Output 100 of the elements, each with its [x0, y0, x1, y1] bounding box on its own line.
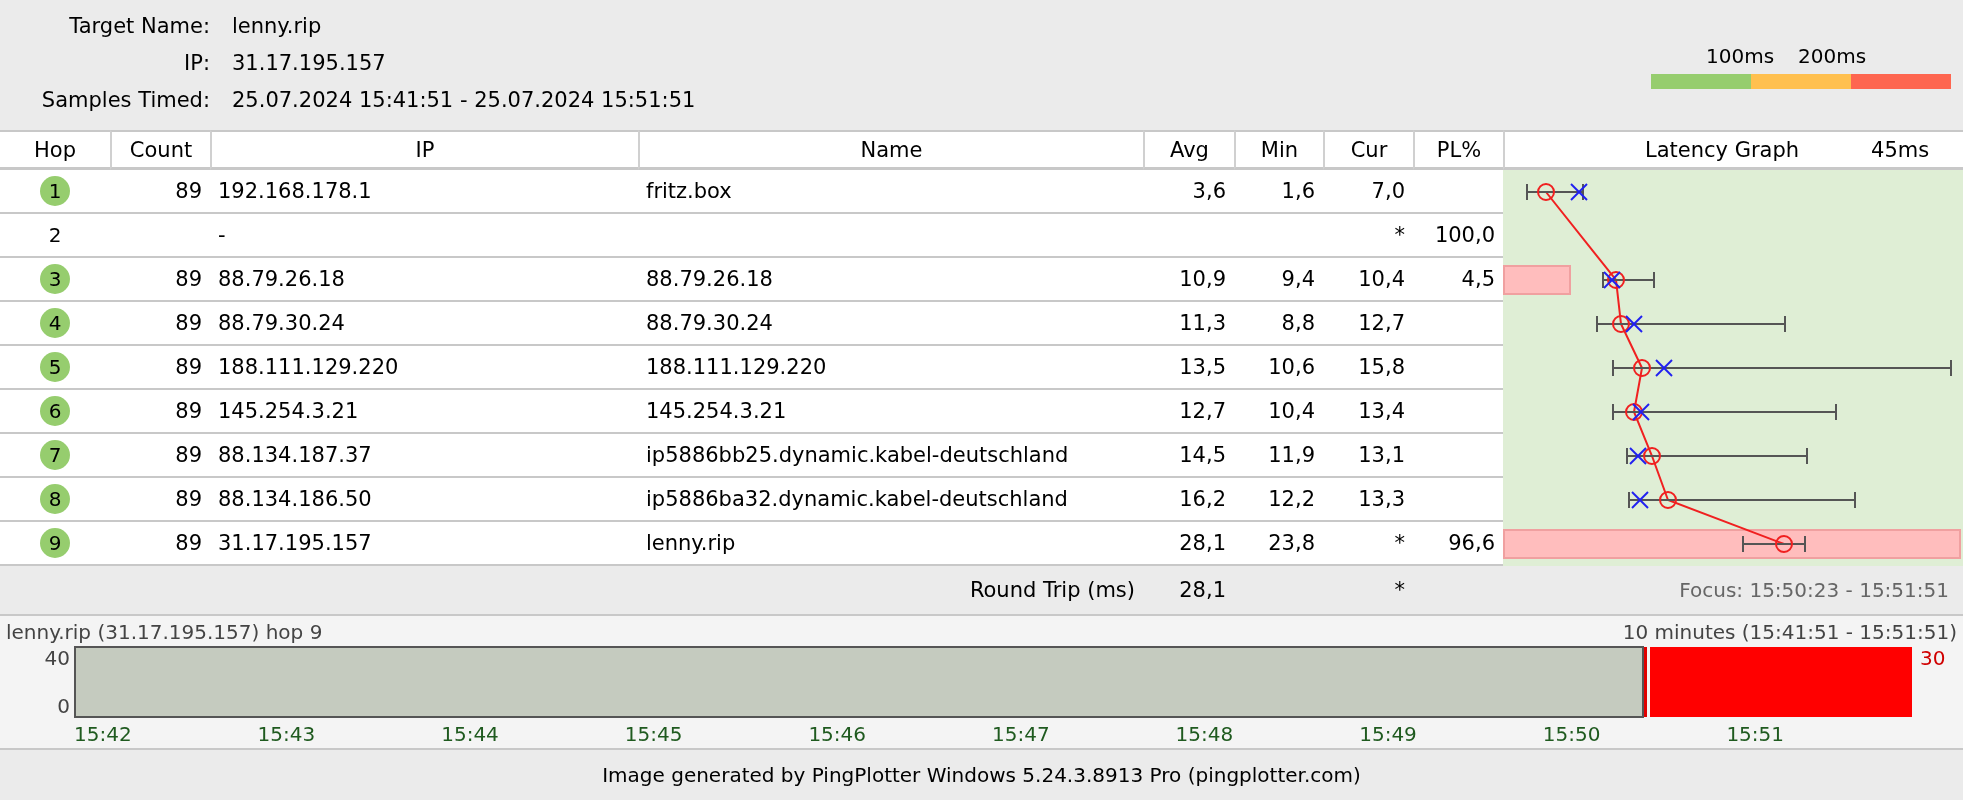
table-cell: 7,0 — [1323, 170, 1413, 214]
table-cell: 11,3 — [1143, 302, 1234, 346]
average-marker — [1775, 535, 1793, 553]
scale-label: 200ms — [1798, 44, 1867, 70]
table-cell: 28,1 — [1143, 522, 1234, 566]
time-label: 15:44 — [441, 722, 499, 746]
graph-scale-label: 45ms — [1871, 137, 1930, 162]
time-label: 15:46 — [808, 722, 867, 746]
time-label: 15:43 — [257, 722, 316, 746]
time-label: 15:42 — [74, 722, 132, 746]
current-marker — [1603, 271, 1621, 289]
scale-label: 100ms — [1706, 44, 1775, 70]
table-cell: 89 — [110, 522, 210, 566]
table-cell: ip5886bb25.dynamic.kabel-deutschland — [638, 434, 1143, 478]
hop-badge: 4 — [40, 308, 70, 338]
current-marker — [1629, 447, 1647, 465]
table-cell: 145.254.3.21 — [638, 390, 1143, 434]
current-marker — [1631, 491, 1649, 509]
field-value: 25.07.2024 15:41:51 - 25.07.2024 15:51:51 — [232, 88, 696, 112]
table-cell: 188.111.129.220 — [210, 346, 638, 390]
hop-badge: 7 — [40, 440, 70, 470]
table-cell: - — [210, 214, 638, 258]
table-cell: 88.79.30.24 — [638, 302, 1143, 346]
table-cell: 192.168.178.1 — [210, 170, 638, 214]
table-cell: 89 — [110, 478, 210, 522]
column-header: Avg — [1143, 130, 1234, 170]
packet-loss-bar — [1503, 265, 1571, 295]
current-value: 30 — [1919, 646, 1946, 672]
focus-range: Focus: 15:50:23 - 15:51:51 — [1679, 578, 1949, 602]
table-cell: 145.254.3.21 — [210, 390, 638, 434]
current-marker — [1632, 403, 1650, 421]
table-cell: 13,5 — [1143, 346, 1234, 390]
field-label: Samples Timed: — [40, 88, 210, 112]
table-cell: 3,6 — [1143, 170, 1234, 214]
table-cell: 89 — [110, 302, 210, 346]
table-cell: 88.134.186.50 — [210, 478, 638, 522]
range-bar — [1602, 271, 1655, 289]
table-cell: fritz.box — [638, 170, 1143, 214]
round-trip-cur: * — [1394, 578, 1405, 602]
table-cell: 12,7 — [1323, 302, 1413, 346]
average-marker — [1659, 491, 1677, 509]
timeline-range: 10 minutes (15:41:51 - 15:51:51) — [1622, 620, 1957, 646]
average-marker — [1612, 315, 1630, 333]
table-cell: 9,4 — [1234, 258, 1323, 302]
average-marker — [1625, 403, 1643, 421]
column-header: Hop — [0, 130, 110, 170]
timeline-title: lenny.rip (31.17.195.157) hop 9 — [6, 620, 323, 646]
field-label: IP: — [183, 51, 210, 75]
table-cell: 10,6 — [1234, 346, 1323, 390]
table-cell: 14,5 — [1143, 434, 1234, 478]
table-cell: 10,4 — [1234, 390, 1323, 434]
hop-badge: 6 — [40, 396, 70, 426]
table-cell: 88.79.26.18 — [210, 258, 638, 302]
current-marker — [1655, 359, 1673, 377]
table-cell: 1,6 — [1234, 170, 1323, 214]
hop-badge: 3 — [40, 264, 70, 294]
table-cell: 88.134.187.37 — [210, 434, 638, 478]
round-trip-avg: 28,1 — [1179, 578, 1226, 602]
time-label: 15:48 — [1175, 722, 1234, 746]
y-axis-label: 0 — [57, 694, 70, 718]
column-header: PL% — [1413, 130, 1503, 170]
table-cell: 15,8 — [1323, 346, 1413, 390]
column-header: Count — [110, 130, 210, 170]
field-value: lenny.rip — [232, 14, 323, 38]
table-cell: ip5886ba32.dynamic.kabel-deutschland — [638, 478, 1143, 522]
table-cell: 13,1 — [1323, 434, 1413, 478]
table-cell: 100,0 — [1413, 214, 1503, 258]
hop-badge: 1 — [40, 176, 70, 206]
table-cell: 88.79.26.18 — [638, 258, 1143, 302]
table-cell: 16,2 — [1143, 478, 1234, 522]
hop-badge: 5 — [40, 352, 70, 382]
average-marker — [1537, 183, 1555, 201]
table-cell: 12,2 — [1234, 478, 1323, 522]
footer-note: Image generated by PingPlotter Windows 5.24.3.8913 Pro (pingplotter.com) — [602, 763, 1361, 787]
table-cell: 96,6 — [1413, 522, 1503, 566]
table-cell: 89 — [110, 258, 210, 302]
time-label: 15:51 — [1726, 722, 1785, 746]
average-marker — [1633, 359, 1651, 377]
hop-badge: 9 — [40, 528, 70, 558]
table-cell: 10,4 — [1323, 258, 1413, 302]
time-label: 15:50 — [1542, 722, 1601, 746]
table-cell: lenny.rip — [638, 522, 1143, 566]
table-cell: 89 — [110, 390, 210, 434]
table-cell: 188.111.129.220 — [638, 346, 1143, 390]
table-cell: * — [1323, 522, 1413, 566]
hop-badge: 8 — [40, 484, 70, 514]
table-cell: 23,8 — [1234, 522, 1323, 566]
table-cell: 13,4 — [1323, 390, 1413, 434]
field-value: 31.17.195.157 — [232, 51, 387, 75]
column-header: Cur — [1323, 130, 1413, 170]
table-cell: 10,9 — [1143, 258, 1234, 302]
table-cell: * — [1323, 214, 1413, 258]
table-cell: 12,7 — [1143, 390, 1234, 434]
column-header: IP — [210, 130, 638, 170]
range-bar — [1526, 183, 1584, 201]
current-marker — [1570, 183, 1588, 201]
y-axis-label: 40 — [44, 646, 70, 670]
table-cell: 11,9 — [1234, 434, 1323, 478]
time-label: 15:47 — [992, 722, 1050, 746]
range-bar — [1742, 535, 1806, 553]
